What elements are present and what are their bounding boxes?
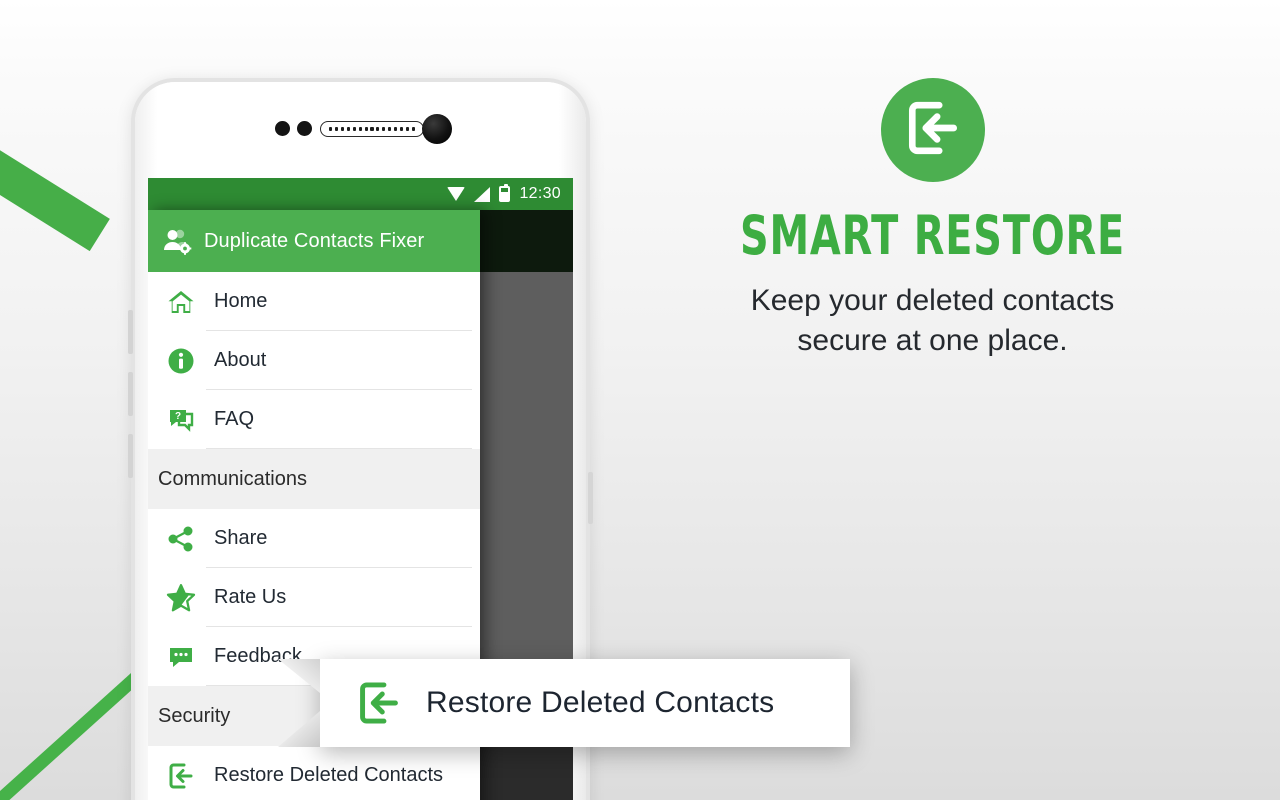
promo-subtitle-line1: Keep your deleted contacts	[750, 284, 1115, 317]
promo-subtitle: Keep your deleted contacts secure at one…	[640, 281, 1225, 361]
drawer-item-label: Share	[214, 527, 268, 549]
restore-contacts-icon	[904, 99, 962, 162]
drawer-item-label: About	[214, 349, 267, 371]
restore-contacts-icon	[356, 680, 402, 726]
phone-top-bezel	[135, 108, 586, 158]
drawer-item-label: Rate Us	[214, 586, 287, 608]
status-bar-clock: 12:30	[519, 185, 561, 202]
drawer-item-home[interactable]: Home	[148, 272, 480, 331]
wifi-icon	[447, 187, 466, 201]
volume-button-up[interactable]	[128, 310, 133, 354]
info-icon	[166, 346, 196, 376]
proximity-sensor-icon	[275, 121, 290, 136]
drawer-item-share[interactable]: Share	[148, 509, 480, 568]
promo-panel: SMART RESTORE Keep your deleted contacts…	[640, 70, 1225, 361]
drawer-item-label: FAQ	[214, 408, 255, 430]
drawer-item-restore-deleted-contacts[interactable]: Restore Deleted Contacts	[148, 746, 480, 800]
svg-text:?: ?	[175, 411, 181, 422]
volume-button-down[interactable]	[128, 372, 133, 416]
decorative-green-stripe-top	[0, 44, 110, 252]
drawer-item-faq[interactable]: ? FAQ	[148, 390, 480, 449]
promo-subtitle-line2: secure at one place.	[797, 323, 1068, 357]
feedback-icon	[166, 642, 196, 672]
light-sensor-icon	[297, 121, 312, 136]
drawer-title: Duplicate Contacts Fixer	[204, 229, 425, 252]
star-icon	[166, 583, 196, 613]
volume-button-extra[interactable]	[128, 434, 133, 478]
contacts-settings-icon	[162, 226, 192, 256]
earpiece-speaker-icon	[320, 121, 424, 137]
drawer-item-label: Home	[214, 290, 268, 312]
drawer-header[interactable]: Duplicate Contacts Fixer	[148, 210, 480, 272]
divider	[206, 448, 472, 449]
drawer-item-about[interactable]: About	[148, 331, 480, 390]
share-icon	[166, 524, 196, 554]
signal-icon	[474, 186, 491, 202]
callout-label: Restore Deleted Contacts	[426, 686, 775, 719]
battery-icon	[499, 184, 511, 202]
drawer-item-rate-us[interactable]: Rate Us	[148, 568, 480, 627]
home-icon	[166, 287, 196, 317]
faq-icon: ?	[166, 405, 196, 435]
restore-contacts-icon	[166, 761, 196, 791]
drawer-item-label: Restore Deleted Contacts	[214, 764, 444, 786]
callout-card[interactable]: Restore Deleted Contacts	[278, 659, 850, 747]
status-bar: 12:30	[148, 178, 573, 210]
promo-title: SMART RESTORE	[739, 204, 1126, 267]
power-button[interactable]	[588, 472, 593, 524]
drawer-section-communications: Communications	[148, 449, 480, 509]
front-camera-icon	[422, 114, 452, 144]
promo-badge	[880, 78, 985, 182]
